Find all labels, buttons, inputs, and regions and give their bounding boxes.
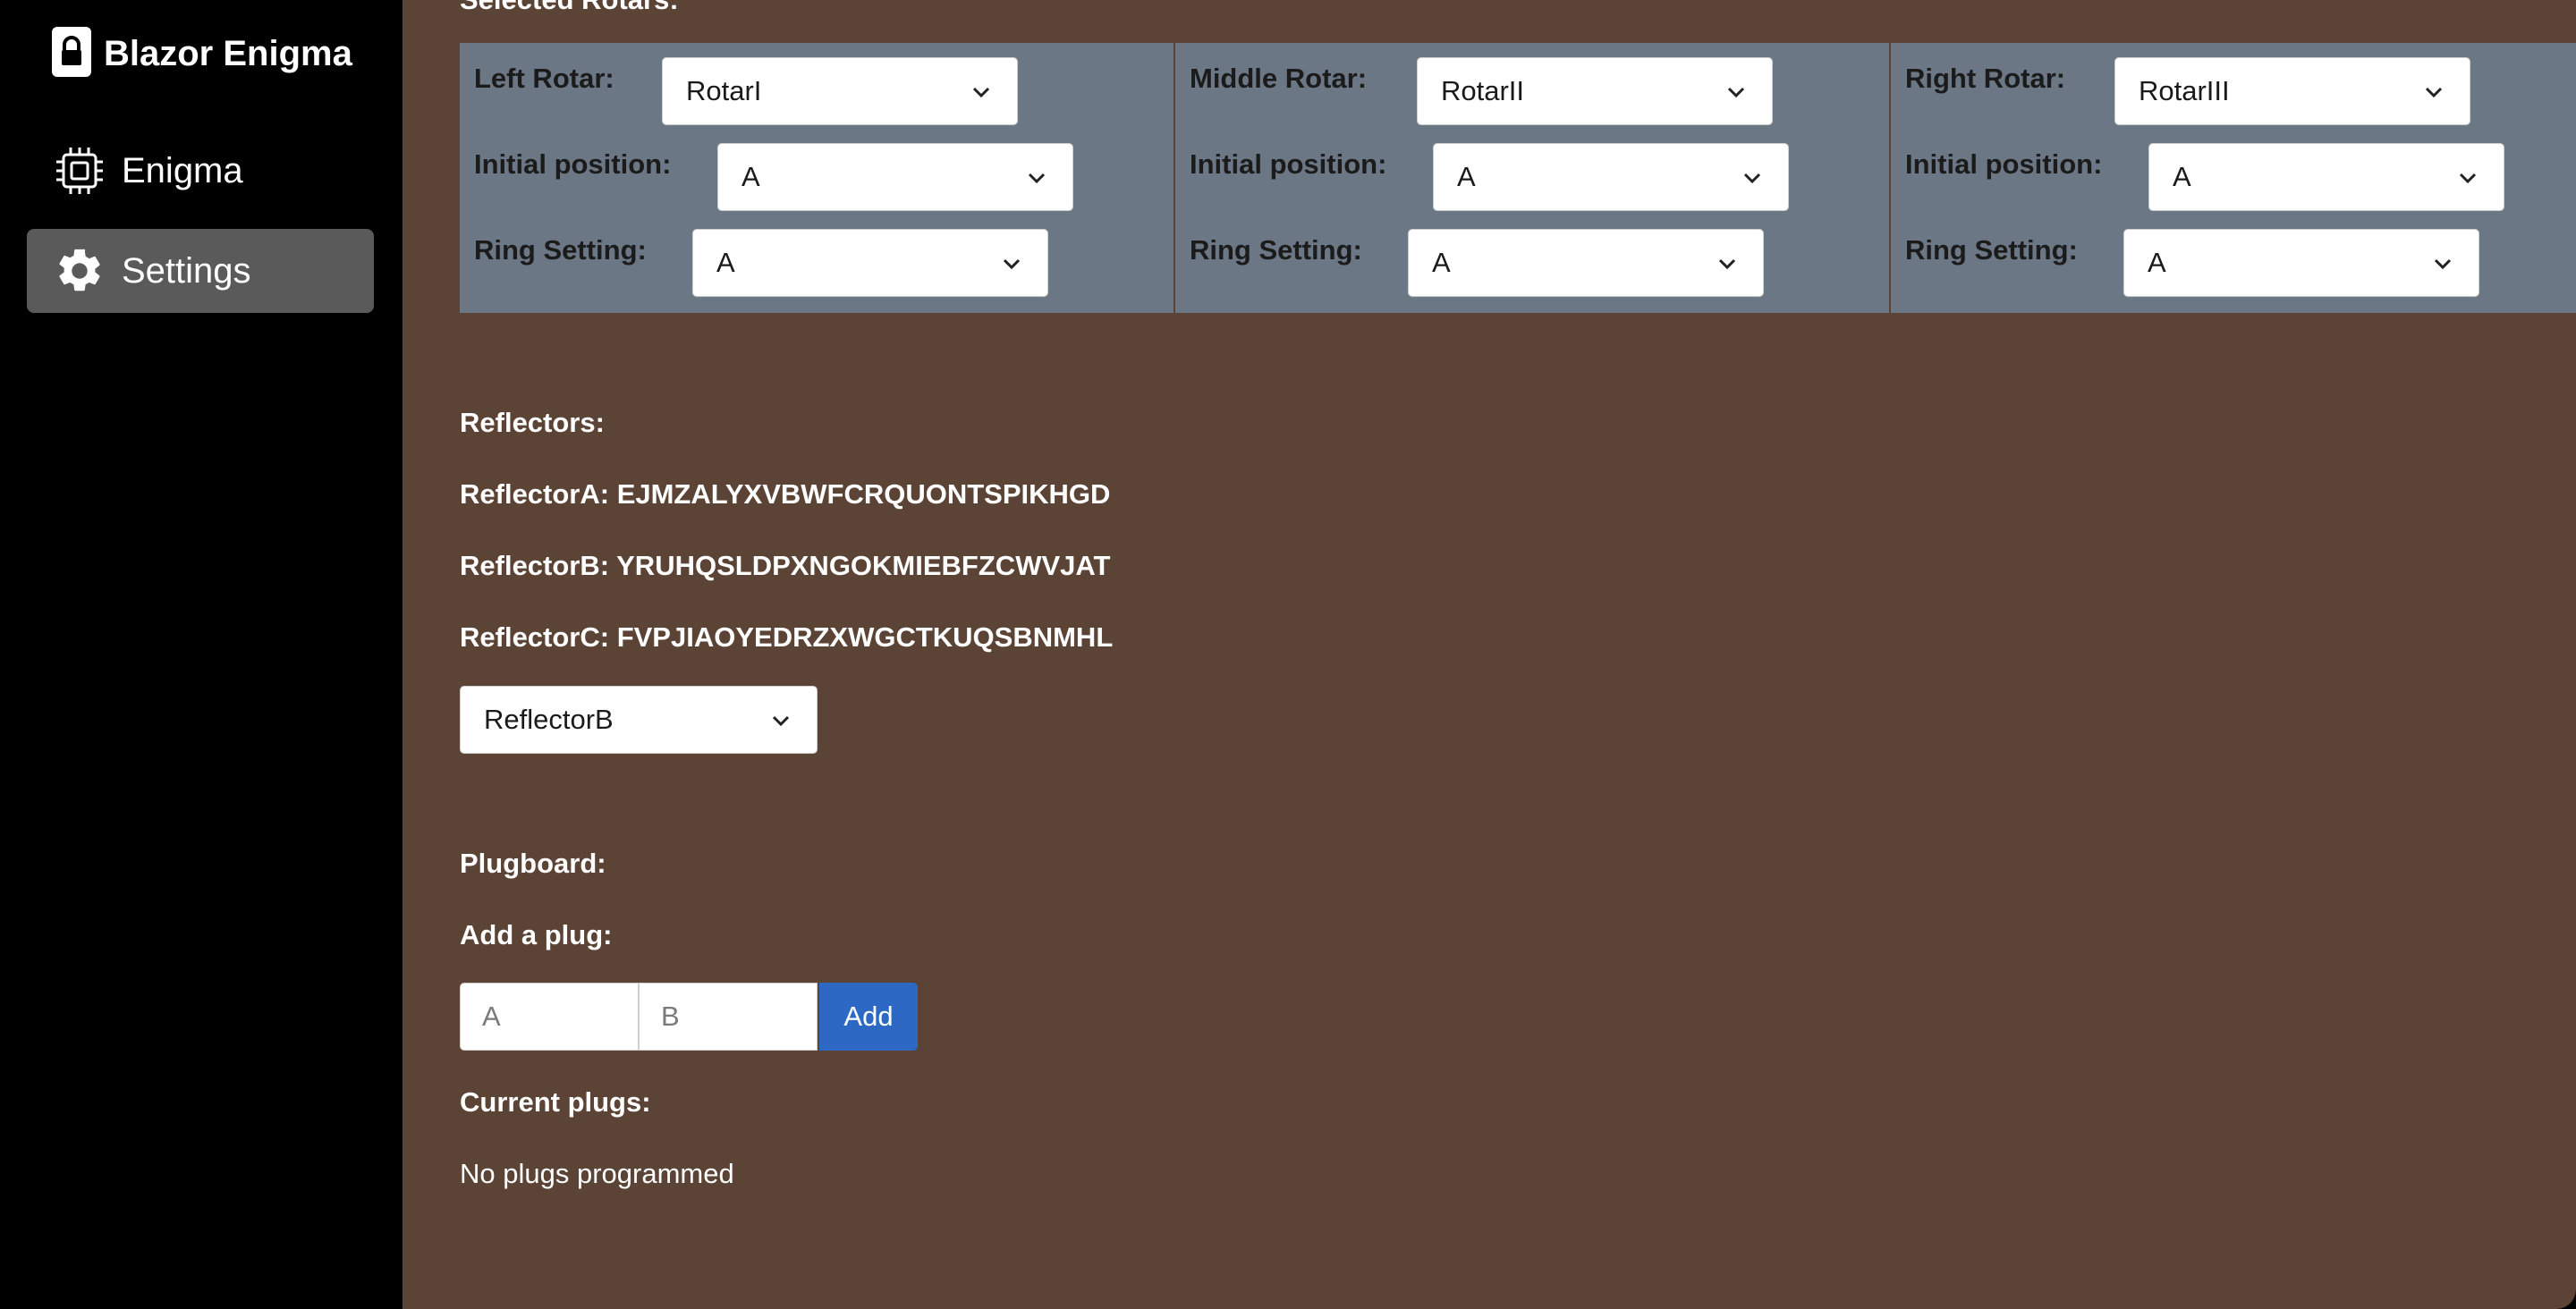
gear-icon — [54, 245, 106, 297]
rotor-label: Left Rotar: — [474, 63, 614, 94]
select-value: A — [716, 247, 735, 278]
sidebar-item-label: Enigma — [122, 150, 243, 190]
section-title-rotars: Selected Rotars: — [460, 0, 679, 16]
select-value: A — [2173, 161, 2191, 192]
select-value: RotarIII — [2139, 75, 2230, 106]
chevron-down-icon — [2459, 173, 2477, 184]
current-plugs-heading: Current plugs: — [460, 1086, 651, 1118]
brand-title: Blazor Enigma — [104, 33, 352, 73]
select-value: RotarI — [686, 75, 762, 106]
rotor-panel-left: Left Rotar: RotarI Initial position: A R… — [460, 43, 1174, 313]
reflector-a-text: ReflectorA: EJMZALYXVBWFCRQUONTSPIKHGD — [460, 478, 1111, 510]
rotor-label: Right Rotar: — [1905, 63, 2066, 94]
lock-icon — [52, 26, 91, 81]
sidebar-item-enigma[interactable]: Enigma — [27, 129, 374, 213]
add-plug-heading: Add a plug: — [460, 919, 613, 950]
add-plug-button[interactable]: Add — [819, 983, 918, 1051]
initial-position-label: Initial position: — [1905, 148, 2103, 180]
initial-position-select-right[interactable]: A — [2148, 143, 2504, 211]
ring-setting-select-left[interactable]: A — [692, 229, 1048, 297]
initial-position-label: Initial position: — [1190, 148, 1387, 180]
select-value: A — [741, 161, 760, 192]
ring-setting-label: Ring Setting: — [1905, 234, 2078, 266]
reflector-c-text: ReflectorC: FVPJIAOYEDRZXWGCTKUQSBNMHL — [460, 621, 1114, 653]
rotor-select-left[interactable]: RotarI — [662, 57, 1018, 125]
chevron-down-icon — [772, 715, 790, 727]
reflector-select[interactable]: ReflectorB — [460, 686, 818, 754]
select-value: A — [2148, 247, 2166, 278]
chevron-down-icon — [1003, 258, 1021, 270]
rotor-panel-middle: Middle Rotar: RotarII Initial position: … — [1175, 43, 1889, 313]
plug-input-b-placeholder: B — [661, 1001, 680, 1032]
initial-position-label: Initial position: — [474, 148, 672, 180]
rotor-panel-right: Right Rotar: RotarIII Initial position: … — [1891, 43, 2576, 313]
plug-input-a-placeholder: A — [482, 1001, 501, 1032]
app-window: Blazor Enigma Enigma Settings Selected — [0, 0, 2576, 1309]
chevron-down-icon — [2434, 258, 2452, 270]
select-value: A — [1432, 247, 1451, 278]
sidebar-item-settings[interactable]: Settings — [27, 229, 374, 313]
sidebar: Blazor Enigma Enigma Settings — [0, 0, 402, 1309]
rotor-select-middle[interactable]: RotarII — [1417, 57, 1773, 125]
chevron-down-icon — [1028, 173, 1046, 184]
chevron-down-icon — [1718, 258, 1736, 270]
chevron-down-icon — [1743, 173, 1761, 184]
initial-position-select-left[interactable]: A — [717, 143, 1073, 211]
select-value: RotarII — [1441, 75, 1525, 106]
select-value: A — [1457, 161, 1476, 192]
ring-setting-label: Ring Setting: — [1190, 234, 1362, 266]
sidebar-item-label: Settings — [122, 250, 251, 291]
rotor-select-right[interactable]: RotarIII — [2114, 57, 2470, 125]
chevron-down-icon — [2425, 87, 2443, 98]
rotor-label: Middle Rotar: — [1190, 63, 1368, 94]
chevron-down-icon — [972, 87, 990, 98]
main-content: Selected Rotars: Left Rotar: RotarI Init… — [402, 0, 2576, 1309]
reflectors-heading: Reflectors: — [460, 407, 605, 438]
no-plugs-text: No plugs programmed — [460, 1158, 734, 1189]
ring-setting-label: Ring Setting: — [474, 234, 647, 266]
ring-setting-select-middle[interactable]: A — [1408, 229, 1764, 297]
plugboard-heading: Plugboard: — [460, 848, 606, 879]
chevron-down-icon — [1727, 87, 1745, 98]
reflector-b-text: ReflectorB: YRUHQSLDPXNGOKMIEBFZCWVJAT — [460, 550, 1111, 581]
plug-input-a[interactable]: A — [460, 983, 639, 1051]
plug-input-b[interactable]: B — [639, 983, 818, 1051]
brand[interactable]: Blazor Enigma — [52, 26, 352, 81]
select-value: ReflectorB — [484, 704, 614, 735]
cpu-icon — [54, 145, 106, 197]
initial-position-select-middle[interactable]: A — [1433, 143, 1789, 211]
ring-setting-select-right[interactable]: A — [2123, 229, 2479, 297]
